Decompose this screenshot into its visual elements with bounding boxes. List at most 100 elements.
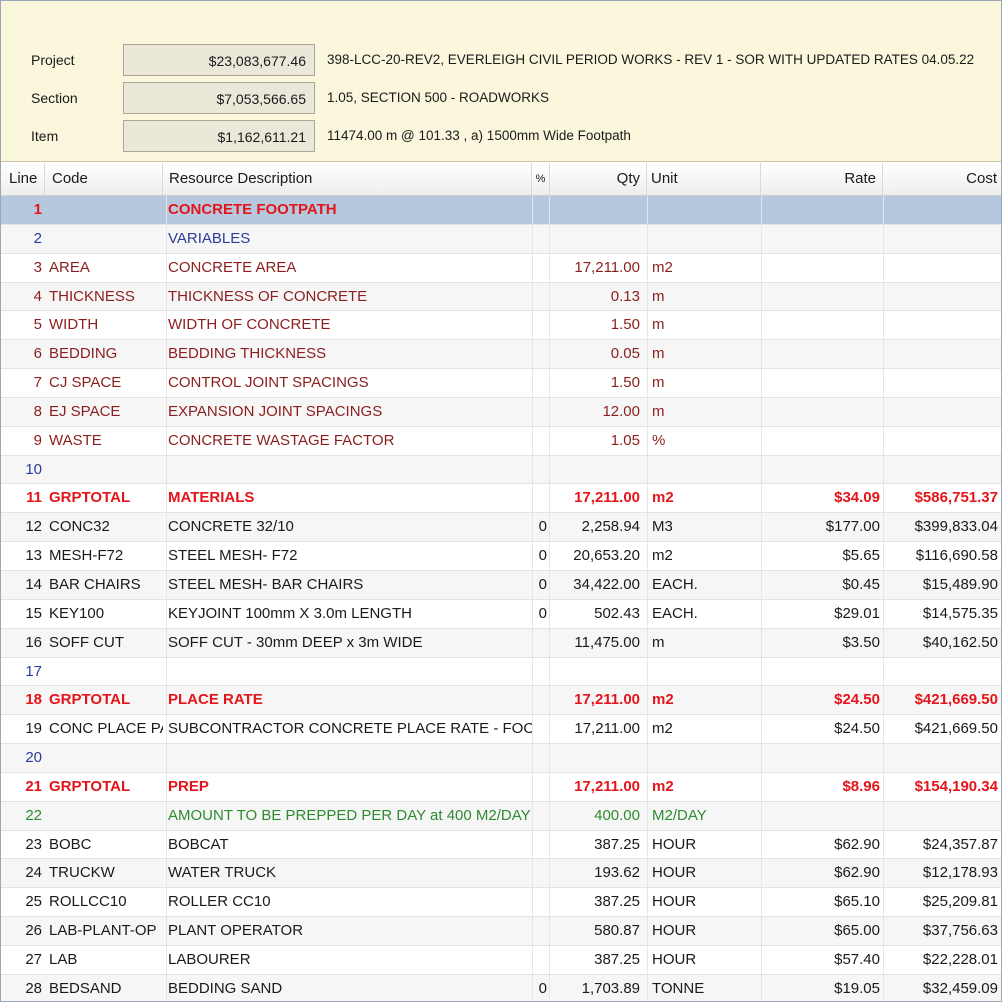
cell-unit[interactable]: EACH.	[647, 599, 761, 628]
table-row[interactable]: 17	[1, 657, 1001, 687]
cell-desc[interactable]: STEEL MESH- F72	[166, 542, 532, 570]
cell-cost[interactable]: $116,690.58	[883, 542, 1001, 570]
cell-qty[interactable]: 387.25	[550, 946, 642, 974]
cell-unit[interactable]: HOUR	[647, 830, 761, 859]
cell-qty[interactable]: 1.50	[550, 311, 642, 339]
cell-qty[interactable]: 17,211.00	[550, 773, 642, 801]
cell-cost[interactable]	[883, 196, 1001, 224]
cell-line[interactable]: 3	[1, 254, 45, 282]
cell-line[interactable]: 22	[1, 802, 45, 830]
table-row[interactable]: 12 CONC32 CONCRETE 32/10 0 2,258.94 M3 $177.00…	[1, 513, 1001, 543]
table-row[interactable]: 22 AMOUNT TO BE PREPPED PER DAY at 400 M2…	[1, 801, 1001, 831]
cell-qty[interactable]: 17,211.00	[550, 686, 642, 714]
cell-code[interactable]: CJ SPACE	[48, 369, 163, 397]
cell-qty[interactable]	[550, 225, 642, 253]
cell-line[interactable]: 15	[1, 600, 45, 628]
table-row[interactable]: 18 GRPTOTAL PLACE RATE 17,211.00 m2 $24.50 $42…	[1, 686, 1001, 716]
cell-pct[interactable]	[532, 657, 550, 686]
cell-cost[interactable]: $14,575.35	[883, 599, 1001, 628]
cell-cost[interactable]	[883, 311, 1001, 340]
cell-qty[interactable]: 11,475.00	[550, 629, 642, 657]
cell-desc[interactable]: CONCRETE FOOTPATH	[166, 196, 532, 224]
cell-rate[interactable]	[761, 426, 883, 455]
cell-unit[interactable]: m	[647, 397, 761, 426]
cell-rate[interactable]	[761, 744, 883, 772]
cell-cost[interactable]: $15,489.90	[883, 570, 1001, 599]
cell-code[interactable]: KEY100	[48, 600, 163, 628]
cell-desc[interactable]	[166, 455, 532, 484]
section-amount-field[interactable]: $7,053,566.65	[123, 82, 315, 114]
cell-unit[interactable]: HOUR	[647, 888, 761, 917]
cell-code[interactable]: CONC PLACE PA	[48, 715, 163, 743]
cell-pct[interactable]	[532, 917, 550, 945]
cell-code[interactable]: GRPTOTAL	[48, 686, 163, 714]
cell-pct[interactable]	[532, 311, 550, 340]
cell-desc[interactable]: KEYJOINT 100mm X 3.0m LENGTH	[166, 599, 532, 628]
cell-pct[interactable]: 0	[532, 513, 550, 542]
cell-code[interactable]	[48, 196, 163, 224]
cell-pct[interactable]	[532, 628, 550, 657]
cell-rate[interactable]: $24.50	[761, 686, 883, 715]
cell-pct[interactable]	[532, 945, 550, 974]
cell-unit[interactable]: m2	[647, 484, 761, 513]
cell-cost[interactable]	[883, 397, 1001, 426]
cell-desc[interactable]	[166, 744, 532, 772]
cell-desc[interactable]: WIDTH OF CONCRETE	[166, 311, 532, 340]
cell-rate[interactable]: $19.05	[761, 974, 883, 1001]
cell-cost[interactable]	[883, 282, 1001, 311]
cell-cost[interactable]	[883, 744, 1001, 772]
cell-qty[interactable]: 1.05	[550, 427, 642, 455]
cell-pct[interactable]	[532, 744, 550, 772]
cell-pct[interactable]: 0	[532, 570, 550, 599]
cell-cost[interactable]: $154,190.34	[883, 772, 1001, 801]
cell-unit[interactable]: m2	[647, 715, 761, 744]
table-row[interactable]: 11 GRPTOTAL MATERIALS 17,211.00 m2 $34.09 $586…	[1, 484, 1001, 514]
cell-rate[interactable]: $177.00	[761, 513, 883, 542]
cell-pct[interactable]	[532, 830, 550, 859]
table-row[interactable]: 20	[1, 744, 1001, 773]
cell-qty[interactable]: 2,258.94	[550, 513, 642, 541]
cell-qty[interactable]: 12.00	[550, 398, 642, 426]
cell-line[interactable]: 8	[1, 398, 45, 426]
cell-desc[interactable]: SUBCONTRACTOR CONCRETE PLACE RATE - FOOT…	[166, 715, 532, 744]
cell-pct[interactable]	[532, 340, 550, 369]
cell-desc[interactable]: BEDDING THICKNESS	[166, 340, 532, 369]
cell-rate[interactable]: $57.40	[761, 945, 883, 974]
cell-desc[interactable]: STEEL MESH- BAR CHAIRS	[166, 570, 532, 599]
cell-cost[interactable]: $37,756.63	[883, 917, 1001, 945]
cell-desc[interactable]: PLANT OPERATOR	[166, 917, 532, 945]
cell-rate[interactable]: $29.01	[761, 599, 883, 628]
cell-qty[interactable]: 387.25	[550, 831, 642, 859]
cell-line[interactable]: 5	[1, 311, 45, 339]
cell-line[interactable]: 2	[1, 225, 45, 253]
cell-unit[interactable]	[647, 196, 761, 224]
cell-desc[interactable]: MATERIALS	[166, 484, 532, 513]
cell-cost[interactable]	[883, 455, 1001, 484]
cell-qty[interactable]: 17,211.00	[550, 484, 642, 512]
cell-cost[interactable]: $22,228.01	[883, 945, 1001, 974]
cell-cost[interactable]	[883, 340, 1001, 369]
cell-desc[interactable]: CONCRETE AREA	[166, 253, 532, 282]
col-unit-header[interactable]: Unit	[647, 163, 761, 195]
col-qty-header[interactable]: Qty	[550, 163, 647, 195]
table-row[interactable]: 7 CJ SPACE CONTROL JOINT SPACINGS 1.50 m	[1, 369, 1001, 398]
cell-pct[interactable]: 0	[532, 599, 550, 628]
cell-unit[interactable]	[647, 455, 761, 484]
table-row[interactable]: 9 WASTE CONCRETE WASTAGE FACTOR 1.05%	[1, 426, 1001, 456]
cell-unit[interactable]: m	[647, 628, 761, 657]
cell-line[interactable]: 23	[1, 831, 45, 859]
cell-line[interactable]: 26	[1, 917, 45, 945]
cell-rate[interactable]	[761, 801, 883, 830]
cell-line[interactable]: 1	[1, 196, 45, 224]
cell-code[interactable]: THICKNESS	[48, 283, 163, 311]
table-row[interactable]: 1 CONCRETE FOOTPATH	[1, 196, 1001, 225]
cell-code[interactable]	[48, 456, 163, 484]
cell-code[interactable]: MESH-F72	[48, 542, 163, 570]
cell-line[interactable]: 13	[1, 542, 45, 570]
table-row[interactable]: 23 BOBC BOBCAT 387.25 HOUR $62.90 $24,357.87	[1, 830, 1001, 860]
cell-unit[interactable]: HOUR	[647, 859, 761, 888]
cell-desc[interactable]: WATER TRUCK	[166, 859, 532, 888]
cell-unit[interactable]: HOUR	[647, 945, 761, 974]
cell-pct[interactable]	[532, 484, 550, 513]
cell-qty[interactable]: 1.50	[550, 369, 642, 397]
